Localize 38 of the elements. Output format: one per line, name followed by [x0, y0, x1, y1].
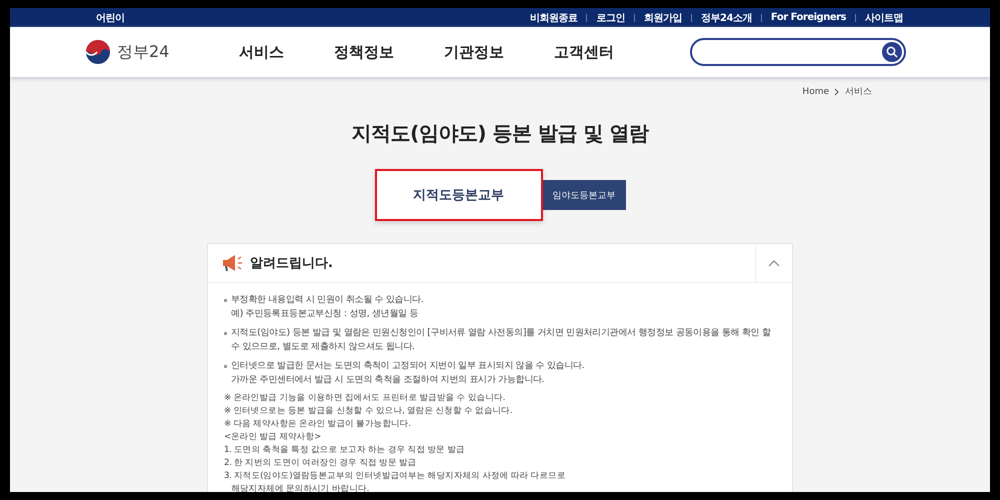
chevron-icon	[768, 259, 780, 267]
notice-text: 2. 한 지번의 도면이 여러장인 경우 직접 방문 발급	[224, 457, 418, 470]
notice-title: 알려드립니다.	[250, 255, 334, 272]
top-link[interactable]: For Foreigners	[770, 12, 846, 23]
nav-item[interactable]: 정책정보	[334, 42, 394, 62]
notice-text: 해당지자체에 문의하시기 바랍니다.	[230, 483, 370, 492]
notice-text: 1. 도면의 축척을 특정 값으로 보고자 하는 경우 직접 방문 발급	[224, 444, 466, 457]
notice-text: 인터넷으로 발급한 문서는 도면의 축척이 고정되어 지번이 일부 표시되지 않을 수 있습니다.	[231, 359, 584, 373]
tab[interactable]: 지적도등본교부	[374, 169, 542, 221]
search-icon	[886, 46, 898, 58]
logo-icon[interactable]	[85, 39, 111, 65]
tab[interactable]: 임야도등본교부	[542, 180, 626, 210]
top-link[interactable]: 어린이	[96, 10, 124, 24]
notice-text: ※ 인터넷으로는 등본 발급을 신청할 수 있으나, 열람은 신청할 수 없습니다.	[224, 405, 514, 418]
breadcrumb-link[interactable]: Home	[802, 86, 829, 96]
nav-item[interactable]: 기관정보	[444, 42, 504, 62]
top-link[interactable]: 회원가입	[644, 10, 682, 24]
logo-text[interactable]: 정부24	[117, 42, 170, 62]
top-link[interactable]: 사이트맵	[865, 10, 903, 24]
notice-text: 예) 주민등록표등본교부신청 : 성명, 생년월일 등	[231, 307, 420, 321]
top-link[interactable]: 비회원종료	[530, 10, 578, 24]
notice-text: 가까운 주민센터에서 발급 시 도면의 축척을 조절하여 지번의 표시가 가능합니다.	[231, 373, 546, 387]
nav-item[interactable]: 서비스	[239, 42, 284, 62]
megaphone-icon	[220, 253, 244, 273]
search-field[interactable]	[690, 38, 906, 66]
page-title: 지적도(임야도) 등본 발급 및 열람	[352, 120, 648, 147]
nav-item[interactable]: 고객센터	[554, 42, 614, 62]
search-button[interactable]	[882, 42, 902, 62]
top-link[interactable]: 정부24소개	[700, 10, 752, 24]
top-link[interactable]: 로그인	[596, 10, 625, 24]
notice-text: ※ 온라인발급 기능을 이용하면 집에서도 프린터로 발급받을 수 있습니다.	[224, 392, 506, 405]
notice-text: 3. 지적도(임야도)열람등본교부의 인터넷발급여부는 해당지자체의 사정에 따라 다르므로	[224, 470, 566, 483]
notice-text: 지적도(임야도) 등본 발급 및 열람은 민원신청인이 [구비서류 열람 사전동의]를 거치면 민원처리기관에서 행정정보 공동이용을 통해 확인 할 수 있으므로, 별도로 제출하지 않으셔도 됩니다.	[231, 326, 772, 354]
notice-text: ※ 다음 제약사항은 온라인 발급이 불가능합니다.	[224, 418, 412, 431]
breadcrumb-link[interactable]: 서비스	[845, 85, 872, 98]
notice-text: 부정확한 내용입력 시 민원이 취소될 수 있습니다.	[231, 293, 424, 307]
notice-text: <온라인 발급 제약사항>	[224, 431, 322, 444]
chevron-icon	[834, 88, 840, 96]
